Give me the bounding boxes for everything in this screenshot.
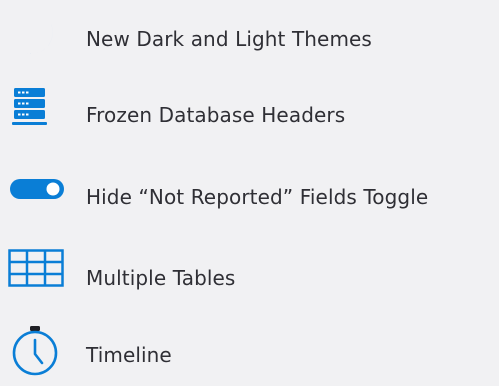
stopwatch-icon bbox=[8, 326, 68, 386]
server-stack-icon bbox=[8, 86, 68, 146]
toggle-switch-icon bbox=[8, 168, 68, 228]
feature-list: New Dark and Light Themes Frozen Databas… bbox=[0, 0, 499, 376]
feature-label-multiple-tables: Multiple Tables bbox=[86, 266, 236, 290]
table-grid-icon bbox=[8, 249, 68, 309]
feature-label-frozen-headers: Frozen Database Headers bbox=[86, 103, 346, 127]
feature-item-timeline: Timeline bbox=[0, 326, 499, 386]
feature-item-themes: New Dark and Light Themes bbox=[0, 10, 499, 70]
feature-item-hide-toggle: Hide “Not Reported” Fields Toggle bbox=[0, 168, 499, 228]
feature-item-multiple-tables: Multiple Tables bbox=[0, 249, 499, 309]
feature-label-timeline: Timeline bbox=[86, 343, 172, 367]
feature-label-themes: New Dark and Light Themes bbox=[86, 27, 372, 51]
feature-item-frozen-headers: Frozen Database Headers bbox=[0, 86, 499, 146]
crescent-moon-icon bbox=[8, 10, 68, 70]
feature-label-hide-toggle: Hide “Not Reported” Fields Toggle bbox=[86, 185, 429, 209]
